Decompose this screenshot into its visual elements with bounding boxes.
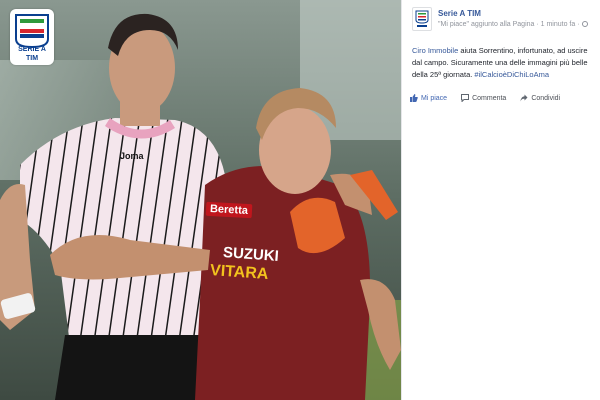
post-meta: "Mi piace" aggiunto alla Pagina · 1 minu… [438,21,588,28]
post-meta-text: "Mi piace" aggiunto alla Pagina · 1 minu… [438,21,580,28]
share-label: Condividi [531,94,561,102]
serie-a-logo: SERIE A TIM [10,9,54,65]
like-button[interactable]: Mi piace [410,94,447,102]
globe-icon [581,21,588,27]
post-photo[interactable]: SERIE A TIM Joma Beretta SUZUKI VITARA [0,0,401,400]
post-actions: Mi piace Commenta Condividi [410,91,594,105]
comment-label: Commenta [472,94,507,102]
mention-link-immobile[interactable]: Ciro Immobile [412,46,458,55]
shirt-sponsor-joma: Joma [120,151,144,161]
share-button[interactable]: Condividi [520,94,560,102]
page-avatar[interactable] [412,7,432,31]
logo-text-tim: TIM [25,55,39,62]
like-label: Mi piace [421,94,448,102]
page-name-link[interactable]: Serie A TIM [438,9,481,18]
share-icon [520,94,528,102]
shirt-sponsor-beretta: Beretta [205,201,253,219]
serie-a-avatar-icon [415,10,429,27]
thumbs-up-icon [410,94,418,102]
comment-button[interactable]: Commenta [461,94,506,102]
logo-text-serie-a: SERIE A [18,46,46,53]
post-panel: Serie A TIM "Mi piace" aggiunto alla Pag… [401,0,600,400]
post-header: Serie A TIM "Mi piace" aggiunto alla Pag… [412,7,597,33]
hashtag-link[interactable]: #ilCalcioèDiChiLoAma [474,70,549,79]
post-text: Ciro Immobile aiuta Sorrentino, infortun… [412,45,594,81]
comment-icon [461,94,470,102]
